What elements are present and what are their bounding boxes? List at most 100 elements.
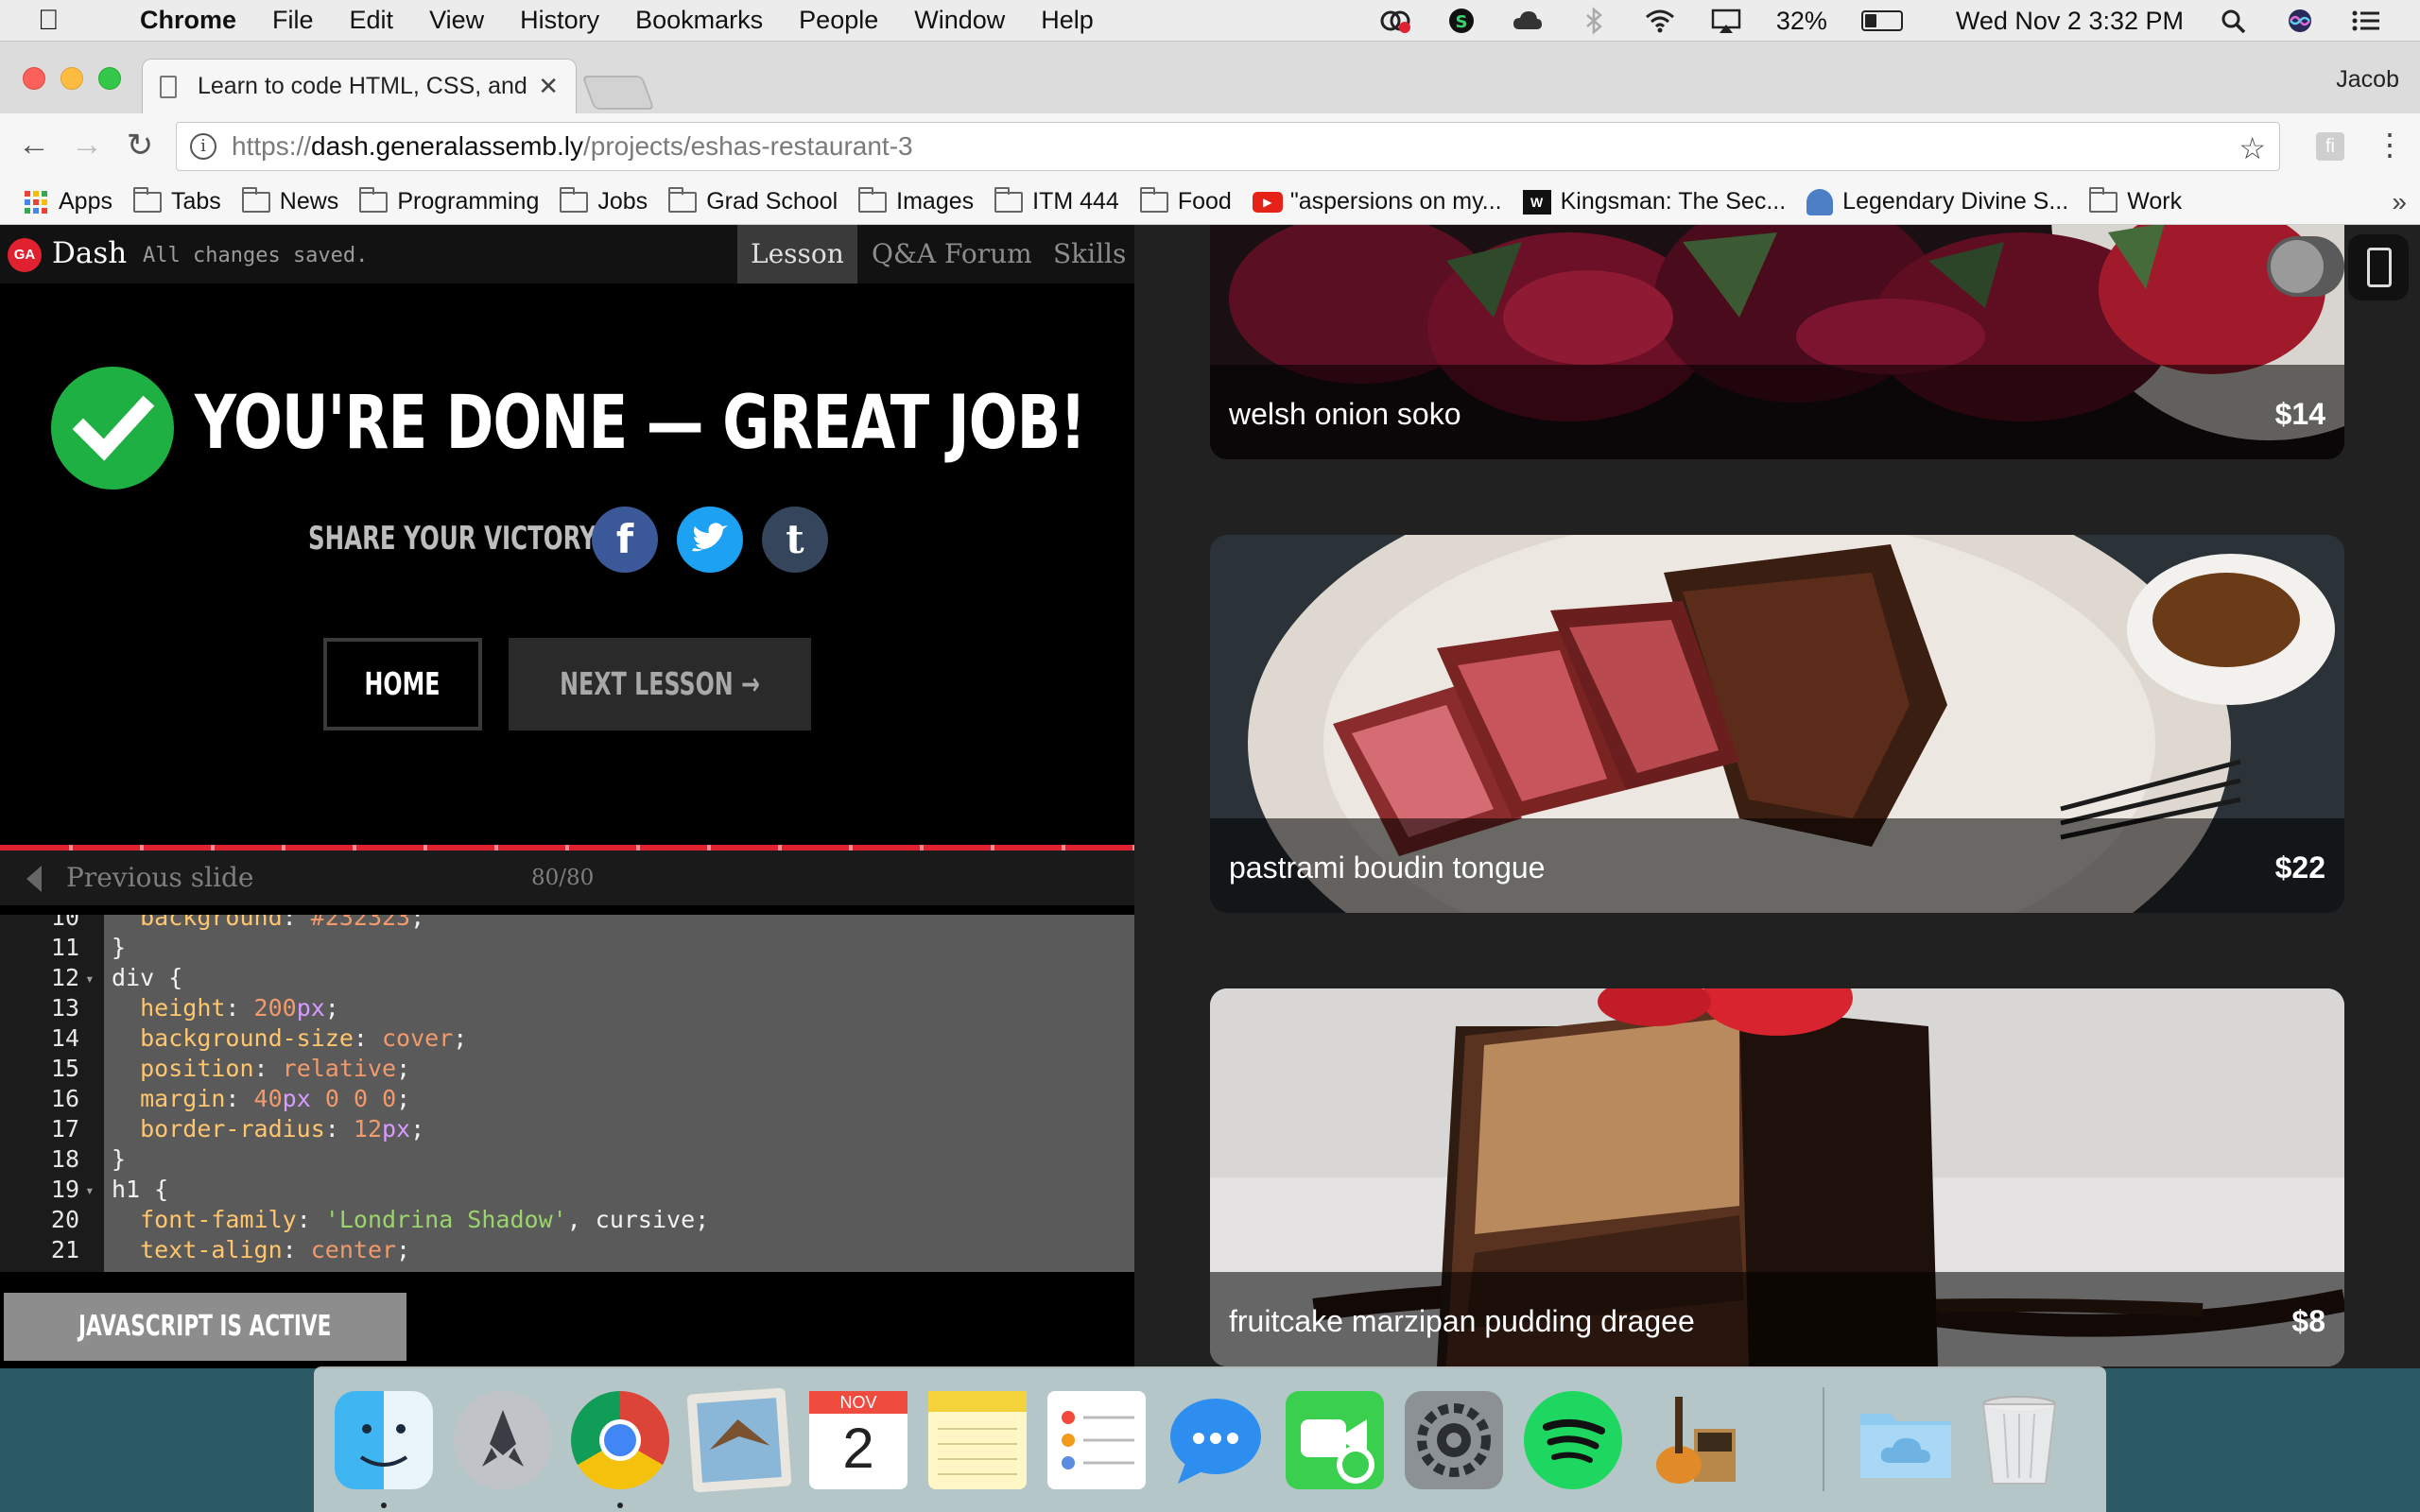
chrome-menu-icon[interactable]: ⋮ — [2375, 127, 2405, 163]
bookmark-item[interactable]: Apps — [25, 188, 112, 215]
bookmark-item[interactable]: Programming — [359, 186, 539, 215]
menu-bookmarks[interactable]: Bookmarks — [635, 6, 763, 35]
menu-history[interactable]: History — [520, 6, 599, 35]
browser-toolbar: ← → ↻ i https://dash.generalassemb.ly/pr… — [0, 113, 2420, 180]
menu-help[interactable]: Help — [1041, 6, 1094, 35]
code-editor[interactable]: 10 background: #232323; 11} 12 ▾ div {13 hei… — [0, 915, 1134, 1272]
bookmark-item[interactable]: Food — [1139, 186, 1232, 215]
spotlight-search-icon[interactable] — [2218, 7, 2250, 35]
tab-close-icon[interactable]: ✕ — [538, 72, 559, 101]
window-close-button[interactable] — [23, 67, 45, 90]
menu-window[interactable]: Window — [914, 6, 1005, 35]
launchpad-icon[interactable] — [454, 1391, 552, 1489]
bookmark-item[interactable]: Jobs — [560, 186, 648, 215]
battery-percentage[interactable]: 32% — [1776, 7, 1827, 36]
code-text: border-radius: 12px; — [112, 1115, 424, 1143]
running-indicator-finder — [381, 1503, 387, 1508]
home-button[interactable]: HOME — [323, 638, 482, 730]
fold-arrow-icon[interactable]: ▾ — [85, 970, 95, 988]
slide-counter: 80/80 — [531, 866, 595, 890]
bookmark-item[interactable]: Grad School — [668, 186, 838, 215]
garageband-icon[interactable] — [1643, 1391, 1741, 1489]
line-number: 14 — [50, 1024, 79, 1052]
site-info-icon[interactable]: i — [190, 133, 216, 160]
tab-qa-forum[interactable]: Q&A Forum — [858, 225, 1046, 284]
profile-name[interactable]: Jacob — [2336, 66, 2399, 94]
battery-icon[interactable] — [1860, 10, 1903, 31]
dash-brand[interactable]: Dash — [52, 236, 127, 270]
checkmark-icon — [51, 367, 174, 490]
bluetooth-icon[interactable] — [1578, 7, 1610, 35]
system-preferences-icon[interactable] — [1405, 1391, 1503, 1489]
facebook-share-icon[interactable]: f — [592, 507, 658, 573]
notification-center-icon[interactable] — [2350, 7, 2382, 35]
bookmark-item[interactable]: Work — [2089, 186, 2182, 215]
general-assembly-logo[interactable]: GA — [8, 238, 42, 272]
icloud-drive-folder-icon[interactable] — [1857, 1391, 1955, 1489]
code-token: : — [282, 915, 311, 931]
bookmark-item[interactable]: W Kingsman: The Sec... — [1522, 188, 1786, 215]
menu-view[interactable]: View — [429, 6, 484, 35]
address-bar[interactable]: i https://dash.generalassemb.ly/projects… — [176, 122, 2280, 171]
menu-file[interactable]: File — [272, 6, 314, 35]
bookmark-item[interactable]: Legendary Divine S... — [1806, 188, 2068, 215]
menu-card: welsh onion soko $14 — [1210, 225, 2344, 459]
apple-menu-icon[interactable]:  — [38, 5, 76, 37]
bookmark-item[interactable]: News — [241, 186, 338, 215]
scrivener-icon[interactable]: S — [1445, 7, 1478, 35]
browser-tab-active[interactable]: Learn to code HTML, CSS, and ✕ — [142, 59, 577, 113]
folder-icon — [858, 186, 888, 213]
fold-arrow-icon[interactable]: ▾ — [85, 1181, 95, 1199]
bookmarks-overflow-icon[interactable]: » — [2392, 187, 2407, 217]
facetime-icon[interactable] — [1286, 1391, 1384, 1489]
extension-icon[interactable]: fi — [2316, 132, 2344, 161]
tab-lesson[interactable]: Lesson — [737, 225, 857, 284]
dock: NOV 2 — [314, 1366, 2106, 1512]
siri-icon[interactable] — [2284, 7, 2316, 35]
twitter-share-icon[interactable] — [677, 507, 743, 573]
reminders-icon[interactable] — [1047, 1391, 1146, 1489]
next-lesson-label: NEXT LESSON → — [560, 665, 760, 702]
bookmark-star-icon[interactable]: ☆ — [2238, 130, 2266, 166]
preview-size-toggle[interactable] — [2267, 236, 2344, 297]
creative-cloud-icon[interactable] — [1379, 7, 1411, 35]
javascript-status-button[interactable]: JAVASCRIPT IS ACTIVE — [4, 1293, 406, 1361]
window-zoom-button[interactable] — [98, 67, 121, 90]
menu-people[interactable]: People — [799, 6, 878, 35]
cloud-sync-icon[interactable] — [1512, 7, 1544, 35]
previous-slide-link[interactable]: Previous slide — [66, 862, 254, 893]
bookmark-item[interactable]: ITM 444 — [994, 186, 1119, 215]
menu-edit[interactable]: Edit — [350, 6, 394, 35]
previous-arrow-icon[interactable] — [26, 866, 42, 892]
mail-icon[interactable] — [686, 1387, 792, 1493]
bookmark-item[interactable]: Tabs — [132, 186, 221, 215]
window-minimize-button[interactable] — [60, 67, 83, 90]
messages-icon[interactable] — [1167, 1391, 1265, 1489]
tumblr-share-icon[interactable]: t — [762, 507, 828, 573]
bookmark-item[interactable]: ▶ "aspersions on my... — [1252, 188, 1502, 215]
chrome-icon[interactable] — [571, 1391, 669, 1489]
wifi-icon[interactable] — [1644, 7, 1676, 35]
code-text: background-size: cover; — [112, 1024, 467, 1052]
back-arrow-icon[interactable]: ← — [15, 127, 53, 163]
finder-icon[interactable] — [335, 1391, 433, 1489]
bookmark-item[interactable]: Images — [858, 186, 974, 215]
spotify-icon[interactable] — [1524, 1391, 1622, 1489]
tab-skills[interactable]: Skills — [1040, 225, 1134, 284]
completion-title: YOU'RE DONE — GREAT JOB! — [195, 381, 1086, 466]
forward-arrow-icon[interactable]: → — [68, 127, 106, 163]
calendar-icon[interactable]: NOV 2 — [809, 1391, 908, 1489]
mobile-preview-button[interactable] — [2348, 234, 2409, 301]
airplay-icon[interactable] — [1710, 7, 1742, 35]
new-tab-button[interactable] — [581, 76, 655, 110]
reload-icon[interactable]: ↻ — [121, 127, 159, 164]
code-text: margin: 40px 0 0 0; — [112, 1085, 410, 1112]
menubar-clock[interactable]: Wed Nov 2 3:32 PM — [1956, 7, 2184, 36]
menu-app-name[interactable]: Chrome — [140, 6, 236, 35]
next-lesson-button[interactable]: NEXT LESSON → — [509, 638, 811, 730]
menu-card-caption: fruitcake marzipan pudding dragee $8 — [1210, 1272, 2344, 1366]
dock-separator — [1823, 1387, 1824, 1491]
notes-icon[interactable] — [928, 1391, 1027, 1489]
trash-icon[interactable] — [1970, 1391, 2068, 1489]
